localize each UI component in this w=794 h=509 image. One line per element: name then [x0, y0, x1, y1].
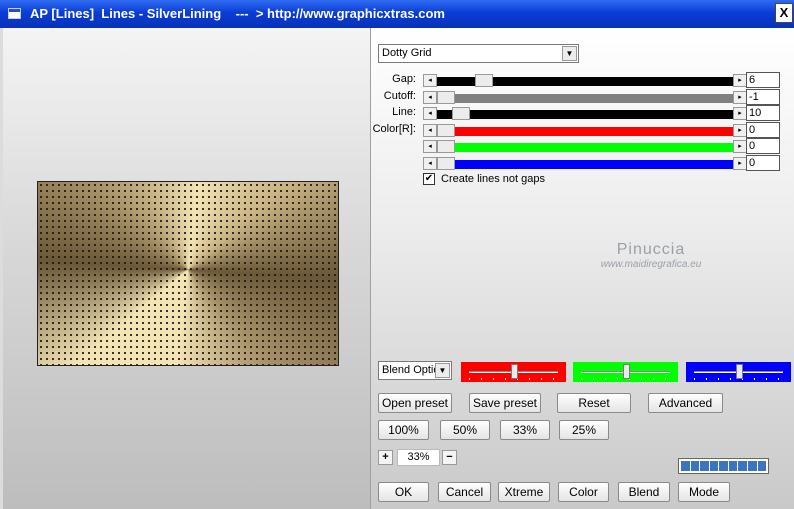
reset-button[interactable]: Reset [557, 393, 631, 413]
slider-value-field[interactable]: 6 [746, 72, 780, 88]
progress-bar [678, 458, 769, 474]
window-title: AP [Lines] Lines - SilverLining --- > ht… [30, 6, 445, 21]
slider-track[interactable] [437, 127, 733, 136]
arrow-right-icon[interactable]: ▸ [733, 140, 747, 153]
zoom-25-button[interactable]: 25% [559, 420, 609, 440]
color-slider[interactable] [686, 362, 791, 382]
slider-thumb[interactable] [437, 140, 455, 153]
create-lines-label: Create lines not gaps [441, 173, 545, 185]
progress-segment [681, 461, 690, 471]
color-slider[interactable] [461, 362, 566, 382]
controls-panel: Dotty Grid ▼ Gap: ◂ ▸ 6 Cutoff: ◂ ▸ -1 Line: ◂ ▸ 10… [370, 28, 794, 509]
zoom-plus-button[interactable]: + [378, 450, 393, 465]
slider-thumb[interactable] [437, 157, 455, 170]
slider-label: Line: [392, 106, 416, 118]
chevron-down-icon[interactable]: ▼ [562, 46, 577, 61]
zoom-100-button[interactable]: 100% [378, 420, 429, 440]
progress-segment [738, 461, 747, 471]
arrow-right-icon[interactable]: ▸ [733, 157, 747, 170]
arrow-right-icon[interactable]: ▸ [733, 91, 747, 104]
slider-value-field[interactable]: -1 [746, 89, 780, 105]
arrow-left-icon[interactable]: ◂ [423, 91, 437, 104]
slider-track[interactable] [437, 94, 733, 103]
slider-track[interactable] [437, 143, 733, 152]
mode-button[interactable]: Mode [678, 482, 730, 502]
slider-track[interactable] [437, 110, 733, 119]
arrow-left-icon[interactable]: ◂ [423, 157, 437, 170]
close-button[interactable]: X [775, 3, 793, 23]
arrow-left-icon[interactable]: ◂ [423, 107, 437, 120]
blend-options-value: Blend Optio [382, 364, 436, 376]
slider[interactable]: ◂ ▸ [423, 74, 747, 87]
create-lines-checkbox[interactable]: ✔ [423, 173, 435, 185]
color-slider-knob[interactable] [622, 364, 630, 379]
arrow-right-icon[interactable]: ▸ [733, 74, 747, 87]
preview-panel [0, 28, 370, 509]
slider-value-field[interactable]: 0 [746, 138, 780, 154]
watermark-url: www.maidiregrafica.eu [600, 259, 702, 270]
ok-button[interactable]: OK [378, 482, 429, 502]
arrow-left-icon[interactable]: ◂ [423, 74, 437, 87]
slider-value-field[interactable]: 0 [746, 122, 780, 138]
advanced-button[interactable]: Advanced [648, 393, 723, 413]
progress-segment [709, 461, 719, 471]
window-icon [8, 8, 21, 19]
zoom-33-button[interactable]: 33% [500, 420, 550, 440]
progress-segment [719, 461, 728, 471]
color-button[interactable]: Color [558, 482, 609, 502]
slider-thumb[interactable] [475, 74, 494, 87]
progress-segment [700, 461, 709, 471]
save-preset-button[interactable]: Save preset [469, 393, 541, 413]
open-preset-button[interactable]: Open preset [378, 393, 452, 413]
slider-thumb[interactable] [451, 107, 470, 120]
mode-select-value: Dotty Grid [382, 47, 432, 59]
title-bar: AP [Lines] Lines - SilverLining --- > ht… [0, 0, 794, 28]
preview-image [37, 181, 339, 366]
slider[interactable]: ◂ ▸ [423, 157, 747, 170]
slider-label: Gap: [392, 73, 416, 85]
color-slider[interactable] [573, 362, 678, 382]
slider[interactable]: ◂ ▸ [423, 91, 747, 104]
xtreme-button[interactable]: Xtreme [498, 482, 550, 502]
blend-button[interactable]: Blend [618, 482, 670, 502]
slider-label: Color[R]: [372, 123, 416, 135]
progress-segment [728, 461, 738, 471]
chevron-down-icon[interactable]: ▼ [435, 363, 450, 378]
color-slider-knob[interactable] [510, 364, 518, 379]
color-slider-knob[interactable] [735, 364, 743, 379]
cancel-button[interactable]: Cancel [438, 482, 491, 502]
progress-segment [690, 461, 700, 471]
slider[interactable]: ◂ ▸ [423, 140, 747, 153]
zoom-50-button[interactable]: 50% [440, 420, 490, 440]
slider-thumb[interactable] [437, 124, 455, 137]
slider-track[interactable] [437, 160, 733, 169]
slider[interactable]: ◂ ▸ [423, 107, 747, 120]
slider-value-field[interactable]: 10 [746, 105, 780, 121]
blend-options-select[interactable]: Blend Optio ▼ [378, 361, 452, 380]
slider-label: Cutoff: [383, 90, 416, 102]
watermark: Pinuccia www.maidiregrafica.eu [581, 241, 721, 270]
arrow-left-icon[interactable]: ◂ [423, 124, 437, 137]
arrow-right-icon[interactable]: ▸ [733, 124, 747, 137]
mode-select[interactable]: Dotty Grid ▼ [378, 44, 579, 63]
progress-segment [757, 461, 767, 471]
zoom-minus-button[interactable]: − [442, 450, 457, 465]
arrow-left-icon[interactable]: ◂ [423, 140, 437, 153]
zoom-value: 33% [397, 449, 440, 466]
slider-thumb[interactable] [437, 91, 455, 104]
arrow-right-icon[interactable]: ▸ [733, 107, 747, 120]
slider[interactable]: ◂ ▸ [423, 124, 747, 137]
watermark-name: Pinuccia [616, 241, 686, 258]
progress-segment [747, 461, 757, 471]
slider-value-field[interactable]: 0 [746, 155, 780, 171]
